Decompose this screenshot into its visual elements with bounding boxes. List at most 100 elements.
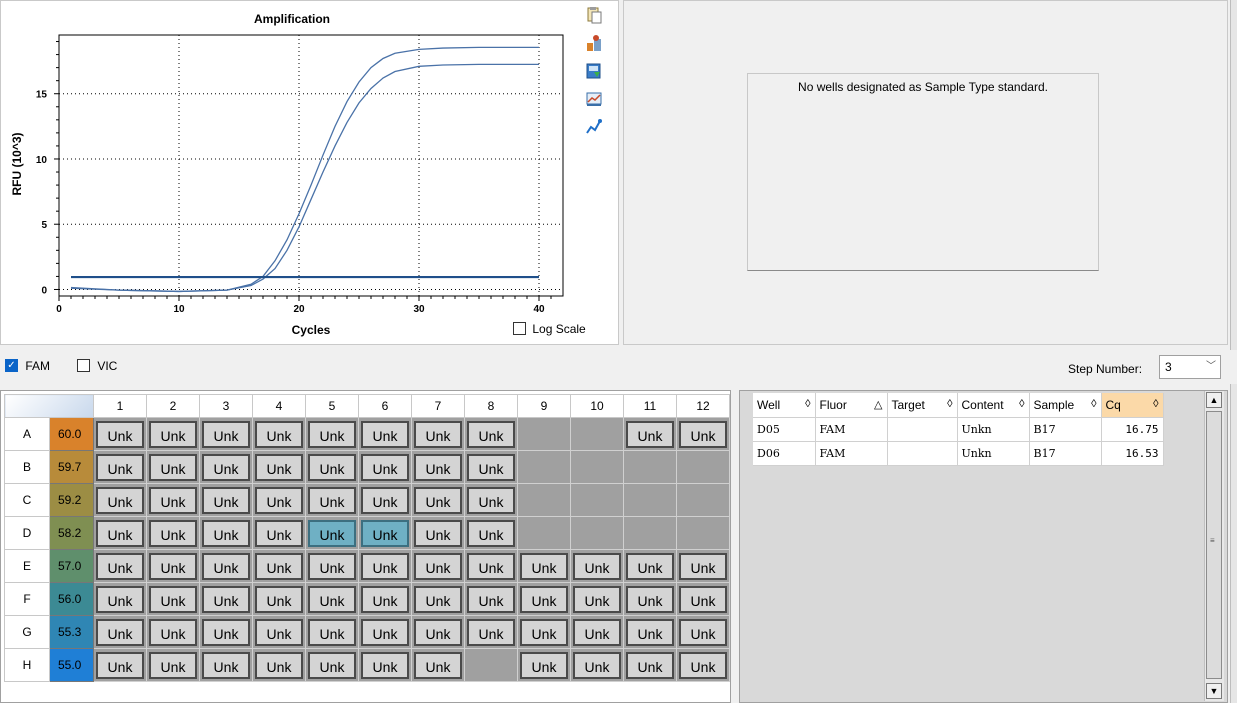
plate-corner[interactable] xyxy=(4,394,94,418)
sort-icon[interactable]: ◊ xyxy=(947,398,952,410)
plate-well[interactable]: Unk xyxy=(358,483,412,517)
plate-well[interactable]: Unk xyxy=(199,450,253,484)
plate-well[interactable]: Unk xyxy=(305,648,359,682)
copy-icon[interactable] xyxy=(585,6,603,24)
results-column-cq[interactable]: Cq ◊ xyxy=(1101,393,1164,418)
step-number-select[interactable]: 3 ﹀ xyxy=(1159,355,1221,379)
fluor-toggle-vic[interactable]: VIC xyxy=(77,358,117,373)
plate-column-header[interactable]: 10 xyxy=(570,394,624,418)
plate-well[interactable]: Unk xyxy=(464,417,518,451)
plate-well[interactable]: Unk xyxy=(252,516,306,550)
plate-well[interactable]: Unk xyxy=(411,516,465,550)
results-scrollbar[interactable]: ▲ ≡ ▼ xyxy=(1204,391,1224,701)
plate-row-header[interactable]: C xyxy=(4,483,50,517)
results-column-sample[interactable]: Sample ◊ xyxy=(1029,393,1102,418)
fluor-toggle-fam[interactable]: ✓ FAM xyxy=(5,358,50,373)
plate-well[interactable] xyxy=(570,516,624,550)
plate-well[interactable]: Unk xyxy=(411,648,465,682)
plate-column-header[interactable]: 8 xyxy=(464,394,518,418)
plate-well[interactable]: Unk xyxy=(146,549,200,583)
plate-well[interactable]: Unk xyxy=(93,483,147,517)
plate-well[interactable]: Unk xyxy=(146,516,200,550)
plate-well[interactable]: Unk xyxy=(146,648,200,682)
plate-column-header[interactable]: 6 xyxy=(358,394,412,418)
plate-well[interactable]: Unk xyxy=(93,582,147,616)
plate-well[interactable]: Unk xyxy=(570,615,624,649)
scroll-thumb[interactable]: ≡ xyxy=(1206,411,1222,679)
plate-well[interactable]: Unk xyxy=(93,516,147,550)
plate-column-header[interactable]: 4 xyxy=(252,394,306,418)
plate-well[interactable]: Unk xyxy=(623,615,677,649)
plate-column-header[interactable]: 11 xyxy=(623,394,677,418)
scroll-up-button[interactable]: ▲ xyxy=(1206,392,1222,408)
plate-well[interactable]: Unk xyxy=(411,549,465,583)
plate-well[interactable]: Unk xyxy=(199,582,253,616)
sort-icon[interactable]: ◊ xyxy=(1091,398,1096,410)
plate-well[interactable]: Unk xyxy=(146,483,200,517)
plate-well[interactable] xyxy=(676,450,730,484)
plate-well[interactable]: Unk xyxy=(305,417,359,451)
plate-well[interactable]: Unk xyxy=(199,549,253,583)
sort-icon[interactable]: ◊ xyxy=(1019,398,1024,410)
plate-well[interactable]: Unk xyxy=(305,549,359,583)
sort-icon[interactable]: ◊ xyxy=(805,398,810,410)
plate-well[interactable]: Unk xyxy=(517,615,571,649)
plate-column-header[interactable]: 9 xyxy=(517,394,571,418)
plate-row-header[interactable]: A xyxy=(4,417,50,451)
plate-well[interactable]: Unk xyxy=(358,549,412,583)
results-column-target[interactable]: Target ◊ xyxy=(887,393,958,418)
plate-well[interactable]: Unk xyxy=(252,582,306,616)
plate-well[interactable]: Unk xyxy=(199,615,253,649)
fit-curve-icon[interactable] xyxy=(585,118,603,136)
plate-well[interactable]: Unk xyxy=(252,483,306,517)
plate-well[interactable]: Unk xyxy=(252,417,306,451)
plate-well[interactable]: Unk xyxy=(411,582,465,616)
plate-well[interactable]: Unk xyxy=(358,582,412,616)
results-row[interactable]: D05 FAM Unkn B17 16.75 xyxy=(753,417,1164,442)
plate-well[interactable] xyxy=(517,417,571,451)
plate-well[interactable] xyxy=(676,516,730,550)
plate-well[interactable]: Unk xyxy=(411,450,465,484)
plate-well[interactable] xyxy=(623,483,677,517)
plate-well[interactable]: Unk xyxy=(252,450,306,484)
plate-well[interactable] xyxy=(464,648,518,682)
plate-well[interactable]: Unk xyxy=(623,582,677,616)
plate-well[interactable]: Unk xyxy=(411,483,465,517)
plate-well[interactable]: Unk xyxy=(93,450,147,484)
log-scale-checkbox[interactable] xyxy=(513,322,526,336)
plate-row-header[interactable]: B xyxy=(4,450,50,484)
plate-row-header[interactable]: F xyxy=(4,582,50,616)
plate-well[interactable]: Unk xyxy=(623,417,677,451)
plate-well[interactable]: Unk xyxy=(676,417,730,451)
sort-icon[interactable]: ◊ xyxy=(1153,398,1158,410)
plate-well[interactable]: Unk xyxy=(305,483,359,517)
plate-well[interactable] xyxy=(517,483,571,517)
results-column-fluor[interactable]: Fluor △ xyxy=(815,393,888,418)
plate-well[interactable]: Unk xyxy=(252,615,306,649)
vic-checkbox[interactable] xyxy=(77,359,90,373)
log-scale-toggle[interactable]: Log Scale xyxy=(513,321,586,336)
plate-well[interactable] xyxy=(517,450,571,484)
plate-well[interactable]: Unk xyxy=(358,615,412,649)
plate-well[interactable]: Unk xyxy=(570,582,624,616)
plate-column-header[interactable]: 5 xyxy=(305,394,359,418)
plate-well[interactable] xyxy=(570,483,624,517)
scroll-down-button[interactable]: ▼ xyxy=(1206,683,1222,699)
plate-well[interactable]: Unk xyxy=(464,549,518,583)
plate-row-header[interactable]: E xyxy=(4,549,50,583)
save-image-icon[interactable] xyxy=(585,62,603,80)
plate-well[interactable]: Unk xyxy=(517,549,571,583)
plate-well[interactable]: Unk xyxy=(623,549,677,583)
plate-well[interactable] xyxy=(517,516,571,550)
plate-column-header[interactable]: 1 xyxy=(93,394,147,418)
plate-well[interactable] xyxy=(570,450,624,484)
plate-row-header[interactable]: D xyxy=(4,516,50,550)
plate-well[interactable]: Unk xyxy=(517,648,571,682)
chart-settings-icon[interactable] xyxy=(585,90,603,108)
plate-column-header[interactable]: 2 xyxy=(146,394,200,418)
plate-well[interactable]: Unk xyxy=(305,615,359,649)
plate-well[interactable]: Unk xyxy=(199,483,253,517)
results-column-content[interactable]: Content ◊ xyxy=(957,393,1030,418)
plate-column-header[interactable]: 3 xyxy=(199,394,253,418)
plate-well[interactable]: Unk xyxy=(146,450,200,484)
